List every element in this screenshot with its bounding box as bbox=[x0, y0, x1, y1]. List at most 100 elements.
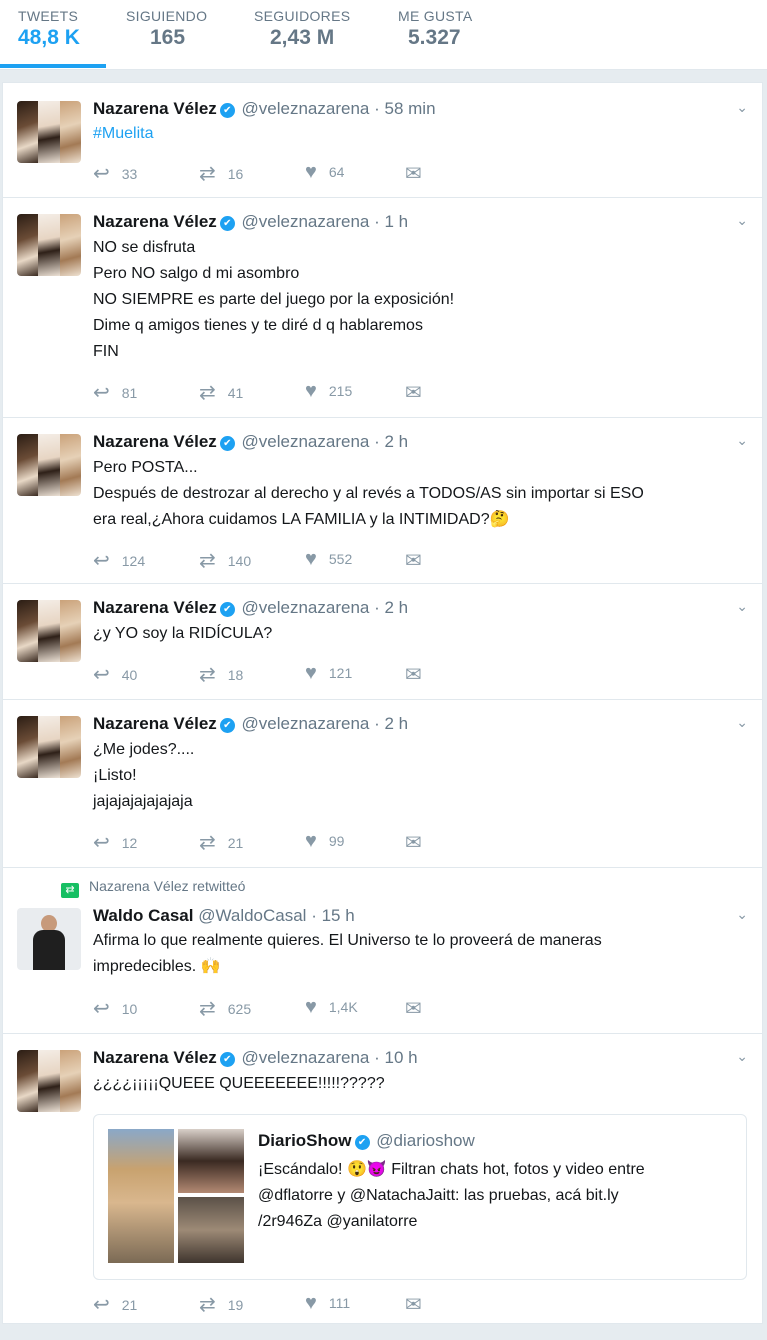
tweet-card[interactable]: Nazarena Vélez ✔ @veleznazarena · 2 h ⌄ P… bbox=[2, 418, 763, 584]
dm-button[interactable]: ✉ bbox=[405, 380, 434, 405]
stat-label: SEGUIDORES bbox=[254, 8, 351, 24]
tweet-card[interactable]: Nazarena Vélez ✔ @veleznazarena · 58 min … bbox=[2, 82, 763, 198]
author-name[interactable]: Nazarena Vélez bbox=[93, 714, 217, 733]
retweet-button[interactable]: ⇄ 21 bbox=[199, 830, 243, 855]
tweet-text-line: ¿Me jodes?.... bbox=[93, 741, 195, 758]
tweet-time[interactable]: · 10 h bbox=[374, 1048, 417, 1067]
stat-likes[interactable]: ME GUSTA 5.327 bbox=[398, 8, 472, 50]
reply-button[interactable]: ↩ 21 bbox=[93, 1292, 137, 1317]
tweet-card[interactable]: ⇄ Nazarena Vélez retwitteó Waldo Casal @W… bbox=[2, 868, 763, 1034]
author-handle[interactable]: @veleznazarena bbox=[242, 598, 370, 617]
tweet-time[interactable]: · 15 h bbox=[311, 906, 354, 925]
retweet-context[interactable]: ⇄ Nazarena Vélez retwitteó bbox=[61, 878, 245, 898]
chevron-down-icon[interactable]: ⌄ bbox=[736, 99, 748, 116]
tweet-text-line: Dime q amigos tienes y te diré d q habla… bbox=[93, 317, 423, 334]
author-handle[interactable]: @veleznazarena bbox=[242, 432, 370, 451]
reply-button[interactable]: ↩ 40 bbox=[93, 662, 137, 687]
reply-button[interactable]: ↩ 33 bbox=[93, 161, 137, 186]
quoted-author-handle[interactable]: @diarioshow bbox=[376, 1131, 475, 1150]
stat-value: 2,43 M bbox=[270, 26, 335, 49]
retweet-button[interactable]: ⇄ 16 bbox=[199, 161, 243, 186]
like-button[interactable]: ♥ 121 bbox=[305, 662, 352, 685]
like-button[interactable]: ♥ 215 bbox=[305, 380, 352, 403]
dm-button[interactable]: ✉ bbox=[405, 830, 434, 855]
stat-following[interactable]: SIGUIENDO 165 bbox=[126, 8, 207, 50]
tweet-card[interactable]: Nazarena Vélez ✔ @veleznazarena · 2 h ⌄ ¿… bbox=[2, 700, 763, 868]
author-handle[interactable]: @veleznazarena bbox=[242, 714, 370, 733]
chevron-down-icon[interactable]: ⌄ bbox=[736, 1048, 748, 1065]
tweet-text-line: Pero POSTA... bbox=[93, 459, 198, 476]
tweet-text-line: ¿y YO soy la RIDÍCULA? bbox=[93, 625, 273, 642]
chevron-down-icon[interactable]: ⌄ bbox=[736, 598, 748, 615]
tweet-time[interactable]: · 1 h bbox=[374, 212, 408, 231]
like-button[interactable]: ♥ 111 bbox=[305, 1292, 350, 1315]
active-tab-underline bbox=[0, 64, 106, 68]
like-button[interactable]: ♥ 1,4K bbox=[305, 996, 358, 1019]
tweet-text-line: Después de destrozar al derecho y al rev… bbox=[93, 485, 644, 502]
stat-label: ME GUSTA bbox=[398, 8, 473, 24]
tweet-time[interactable]: · 2 h bbox=[374, 714, 408, 733]
stat-followers[interactable]: SEGUIDORES 2,43 M bbox=[254, 8, 350, 50]
dm-button[interactable]: ✉ bbox=[405, 996, 434, 1021]
quoted-tweet-media[interactable] bbox=[108, 1129, 244, 1263]
retweet-button[interactable]: ⇄ 41 bbox=[199, 380, 243, 405]
tweet-time[interactable]: · 58 min bbox=[374, 99, 435, 118]
stat-tweets[interactable]: TWEETS 48,8 K bbox=[18, 8, 80, 50]
quoted-tweet[interactable]: DiarioShow ✔ @diarioshow ¡Escándalo! 😲😈 F… bbox=[93, 1114, 747, 1280]
tweet-time[interactable]: · 2 h bbox=[374, 598, 408, 617]
verified-badge-icon: ✔ bbox=[219, 1052, 235, 1067]
tweet-card[interactable]: Nazarena Vélez ✔ @veleznazarena · 2 h ⌄ ¿… bbox=[2, 584, 763, 700]
avatar[interactable] bbox=[17, 434, 81, 496]
chevron-down-icon[interactable]: ⌄ bbox=[736, 212, 748, 229]
retweet-button[interactable]: ⇄ 18 bbox=[199, 662, 243, 687]
chevron-down-icon[interactable]: ⌄ bbox=[736, 906, 748, 923]
retweet-count: 18 bbox=[227, 667, 244, 683]
quoted-tweet-text: ¡Escándalo! 😲😈 Filtran chats hot, fotos … bbox=[258, 1157, 645, 1235]
retweet-button[interactable]: ⇄ 140 bbox=[199, 548, 251, 573]
reply-button[interactable]: ↩ 12 bbox=[93, 830, 137, 855]
dm-button[interactable]: ✉ bbox=[405, 161, 434, 186]
author-name[interactable]: Waldo Casal bbox=[93, 906, 193, 925]
avatar[interactable] bbox=[17, 214, 81, 276]
reply-button[interactable]: ↩ 10 bbox=[93, 996, 137, 1021]
avatar[interactable] bbox=[17, 101, 81, 163]
tweet-text-line: @dflatorre y @NatachaJaitt: las pruebas,… bbox=[258, 1187, 619, 1204]
tweet-text-line: ¡Listo! bbox=[93, 767, 137, 784]
tweet-time[interactable]: · 2 h bbox=[374, 432, 408, 451]
tweet-card[interactable]: Nazarena Vélez ✔ @veleznazarena · 1 h ⌄ N… bbox=[2, 198, 763, 418]
dm-button[interactable]: ✉ bbox=[405, 662, 434, 687]
avatar[interactable] bbox=[17, 600, 81, 662]
reply-icon: ↩ bbox=[93, 163, 110, 185]
like-button[interactable]: ♥ 99 bbox=[305, 830, 344, 853]
retweet-count: 625 bbox=[227, 1001, 252, 1017]
chevron-down-icon[interactable]: ⌄ bbox=[736, 432, 748, 449]
dm-button[interactable]: ✉ bbox=[405, 548, 434, 573]
tweet-card[interactable]: Nazarena Vélez ✔ @veleznazarena · 10 h ⌄ … bbox=[2, 1034, 763, 1324]
author-handle[interactable]: @veleznazarena bbox=[242, 1048, 370, 1067]
chevron-down-icon[interactable]: ⌄ bbox=[736, 714, 748, 731]
author-name[interactable]: Nazarena Vélez bbox=[93, 212, 217, 231]
author-handle[interactable]: @veleznazarena bbox=[242, 99, 370, 118]
author-handle[interactable]: @WaldoCasal bbox=[198, 906, 306, 925]
author-name[interactable]: Nazarena Vélez bbox=[93, 99, 217, 118]
author-name[interactable]: Nazarena Vélez bbox=[93, 598, 217, 617]
like-button[interactable]: ♥ 64 bbox=[305, 161, 344, 184]
retweet-button[interactable]: ⇄ 19 bbox=[199, 1292, 243, 1317]
author-handle[interactable]: @veleznazarena bbox=[242, 212, 370, 231]
quoted-author-name[interactable]: DiarioShow bbox=[258, 1131, 352, 1150]
author-name[interactable]: Nazarena Vélez bbox=[93, 1048, 217, 1067]
reply-button[interactable]: ↩ 81 bbox=[93, 380, 137, 405]
reply-button[interactable]: ↩ 124 bbox=[93, 548, 145, 573]
hashtag-link[interactable]: #Muelita bbox=[93, 121, 743, 147]
avatar[interactable] bbox=[17, 1050, 81, 1112]
tweet-text: ¿y YO soy la RIDÍCULA? bbox=[93, 621, 743, 647]
author-name[interactable]: Nazarena Vélez bbox=[93, 432, 217, 451]
retweet-count: 19 bbox=[227, 1297, 244, 1313]
retweet-icon: ⇄ bbox=[199, 1294, 216, 1316]
avatar[interactable] bbox=[17, 716, 81, 778]
avatar[interactable] bbox=[17, 908, 81, 970]
retweet-button[interactable]: ⇄ 625 bbox=[199, 996, 251, 1021]
dm-button[interactable]: ✉ bbox=[405, 1292, 434, 1317]
like-button[interactable]: ♥ 552 bbox=[305, 548, 352, 571]
like-count: 64 bbox=[328, 164, 345, 180]
